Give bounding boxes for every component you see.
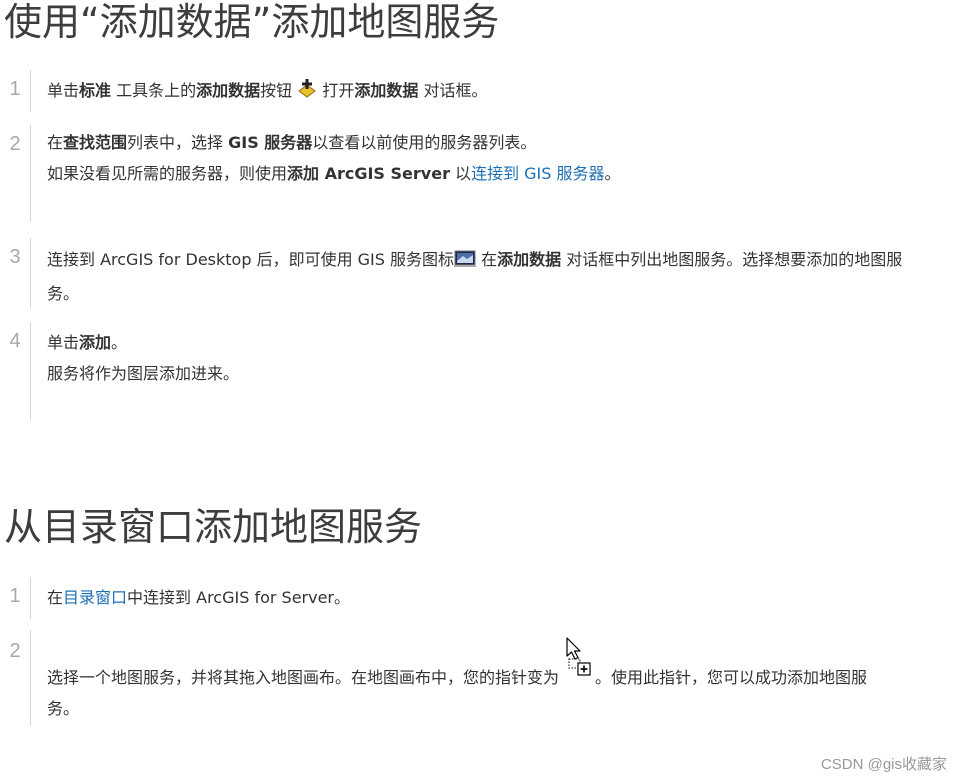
step-line: 在查找范围列表中，选择 GIS 服务器以查看以前使用的服务器列表。: [47, 133, 537, 152]
step-divider: [30, 577, 31, 619]
step-text: 单击添加。 服务将作为图层添加进来。: [47, 327, 961, 389]
drag-add-cursor-icon: [559, 637, 595, 693]
step-divider: [30, 238, 31, 308]
gis-service-icon: [454, 247, 477, 278]
step-line: 务。: [47, 699, 80, 718]
add-data-icon: [297, 78, 317, 109]
step-divider: [30, 630, 31, 726]
step-text: 连接到 ArcGIS for Desktop 后，即可使用 GIS 服务图标 在…: [47, 244, 961, 309]
step-line: 选择一个地图服务，并将其拖入地图画布。在地图画布中，您的指针变为 。使用此指针，…: [47, 637, 961, 693]
step-text: 选择一个地图服务，并将其拖入地图画布。在地图画布中，您的指针变为 。使用此指针，…: [47, 637, 961, 724]
step-line: 服务将作为图层添加进来。: [47, 364, 240, 383]
step-text: 单击标准 工具条上的添加数据按钮 打开添加数据 对话框。: [47, 75, 961, 109]
catalog-window-link[interactable]: 目录窗口: [63, 588, 127, 607]
step-number: 3: [9, 246, 21, 268]
step-divider: [30, 125, 31, 222]
step-line: 连接到 ArcGIS for Desktop 后，即可使用 GIS 服务图标 在…: [47, 244, 961, 278]
section-title-add-data: 使用“添加数据”添加地图服务: [4, 0, 500, 44]
watermark: CSDN @gis收藏家: [820, 756, 947, 773]
step-line: 如果没看见所需的服务器，则使用添加 ArcGIS Server 以连接到 GIS…: [47, 164, 621, 183]
step-number: 2: [9, 133, 21, 155]
step-divider: [30, 322, 31, 420]
step-line: 单击添加。: [47, 333, 128, 352]
step-number: 2: [9, 640, 21, 662]
connect-gis-server-link[interactable]: 连接到 GIS 服务器: [471, 164, 604, 183]
step-number: 1: [9, 585, 21, 607]
section-title-catalog: 从目录窗口添加地图服务: [4, 505, 423, 549]
step-number: 4: [9, 330, 21, 352]
step-text: 在目录窗口中连接到 ArcGIS for Server。: [47, 588, 351, 607]
step-divider: [30, 70, 31, 112]
step-text: 在查找范围列表中，选择 GIS 服务器以查看以前使用的服务器列表。 如果没看见所…: [47, 127, 961, 189]
step-number: 1: [9, 78, 21, 100]
step-line: 务。: [47, 284, 80, 303]
